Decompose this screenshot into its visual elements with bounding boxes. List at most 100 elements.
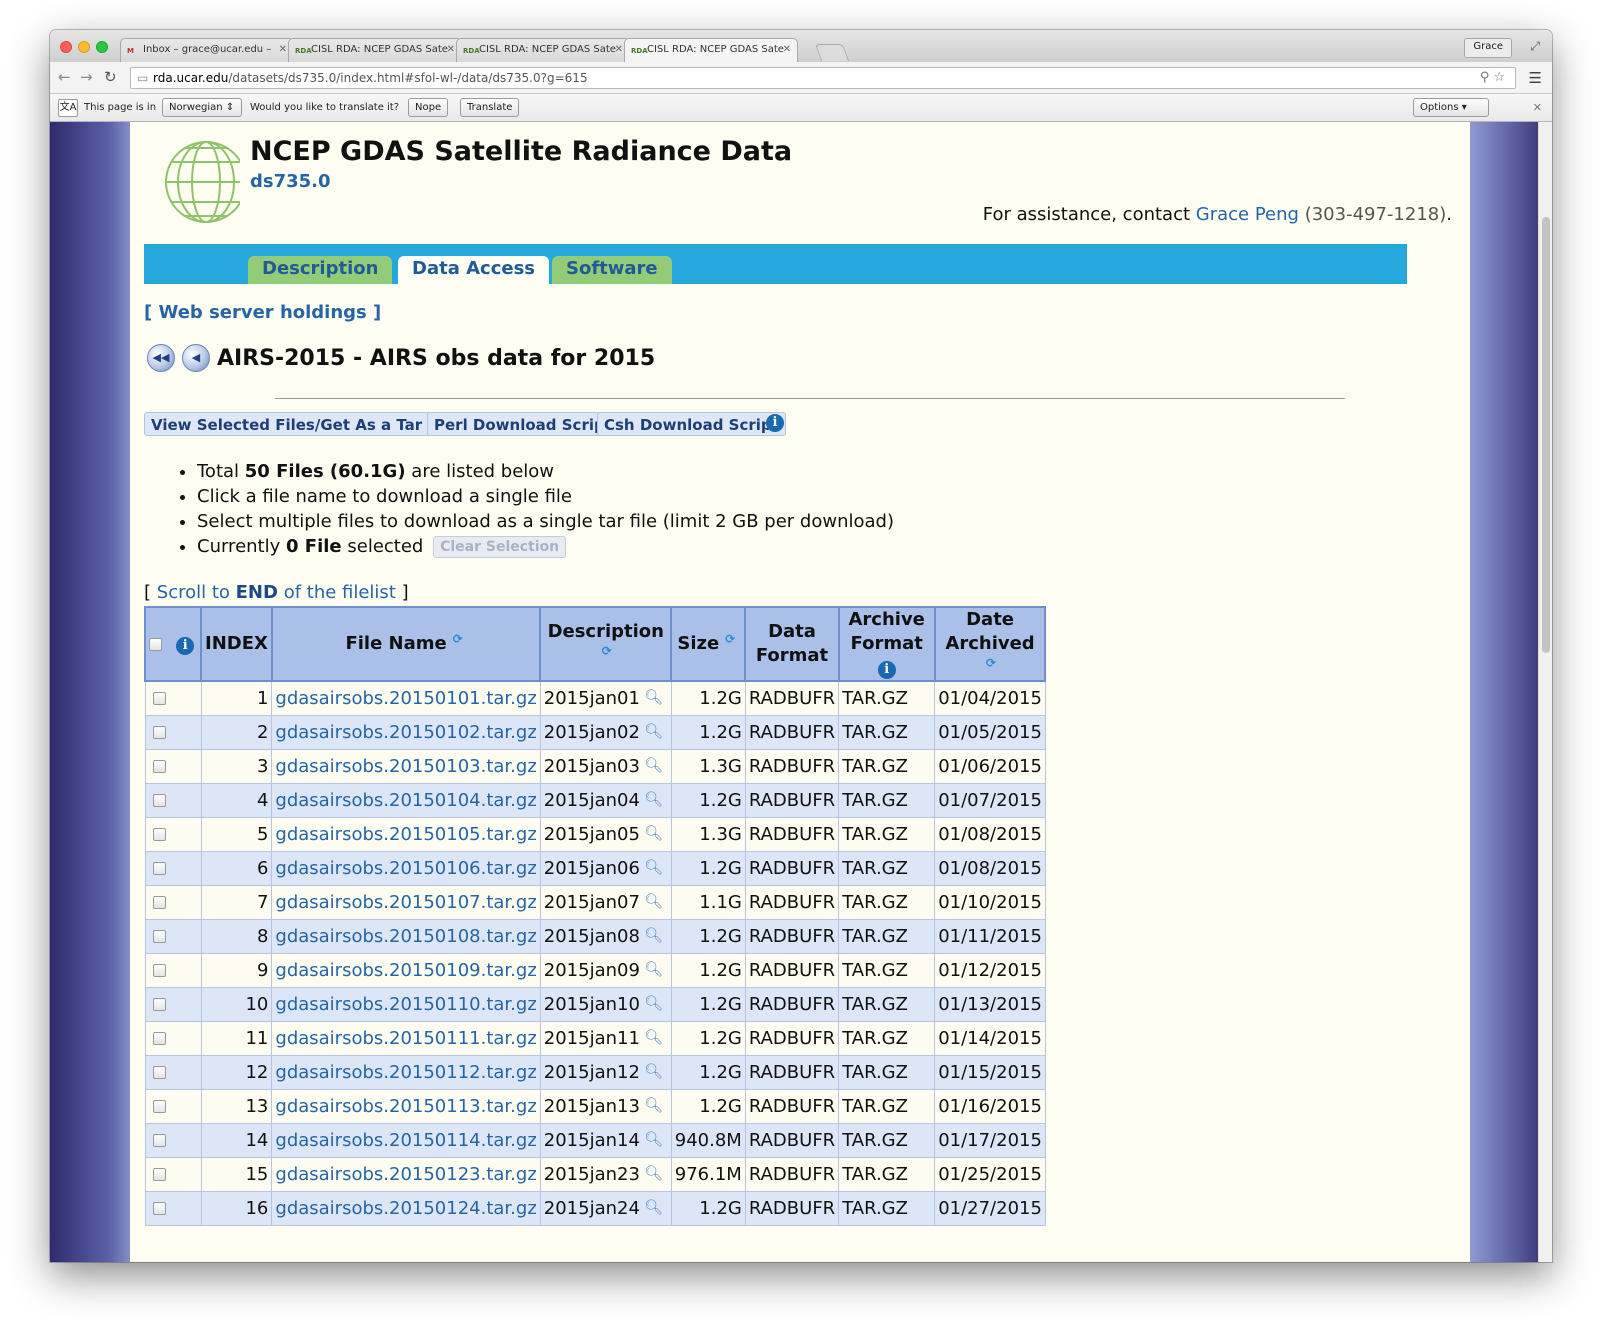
magnifier-icon[interactable]: 🔍︎ [644,1062,663,1080]
reload-icon[interactable]: ↻ [104,68,117,86]
close-window-button[interactable] [60,41,72,53]
new-tab-button[interactable] [814,44,850,61]
magnifier-icon[interactable]: 🔍︎ [644,756,663,774]
magnifier-icon[interactable]: 🔍︎ [644,1198,663,1216]
magnifier-icon[interactable]: 🔍︎ [644,790,663,808]
file-link[interactable]: gdasairsobs.20150107.tar.gz [275,892,536,913]
previous-page-icon[interactable]: ◀ [182,344,210,372]
magnifier-icon[interactable]: 🔍︎ [644,824,663,842]
row-checkbox[interactable] [152,896,166,909]
magnifier-icon[interactable]: 🔍︎ [644,722,663,740]
row-checkbox[interactable] [152,862,166,875]
select-all-checkbox[interactable] [149,637,162,651]
info-icon[interactable]: i [877,661,896,679]
first-page-icon[interactable]: ◀◀ [147,344,175,372]
file-link[interactable]: gdasairsobs.20150112.tar.gz [275,1062,536,1083]
info-icon[interactable]: i [766,414,784,432]
file-link[interactable]: gdasairsobs.20150106.tar.gz [275,858,536,879]
row-checkbox[interactable] [152,1066,166,1079]
nope-button[interactable]: Nope [408,98,449,117]
row-checkbox[interactable] [152,828,166,841]
file-link[interactable]: gdasairsobs.20150101.tar.gz [275,688,536,709]
web-server-holdings-link[interactable]: [ Web server holdings ] [144,302,381,323]
row-checkbox[interactable] [152,1032,166,1045]
minimize-window-button[interactable] [78,41,90,53]
contact-link[interactable]: Grace Peng [1196,204,1299,225]
refresh-sort-icon[interactable]: ⟳ [721,632,739,648]
header-description[interactable]: Description ⟳ [539,606,673,682]
zoom-star-icons[interactable]: ⚲☆ [1480,70,1509,85]
row-checkbox[interactable] [152,760,166,773]
row-checkbox[interactable] [152,1134,166,1147]
tab-software[interactable]: Software [552,256,672,284]
view-tar-button[interactable]: View Selected Files/Get As a Tar File [144,412,466,436]
row-checkbox[interactable] [152,964,166,977]
header-size[interactable]: Size ⟳ [670,606,747,682]
file-link[interactable]: gdasairsobs.20150104.tar.gz [275,790,536,811]
clear-selection-button[interactable]: Clear Selection [433,536,567,558]
fullscreen-icon[interactable]: ⤢ [1530,39,1540,54]
row-checkbox[interactable] [152,1202,166,1215]
magnifier-icon[interactable]: 🔍︎ [644,858,663,876]
options-button[interactable]: Options ▾ [1413,98,1489,117]
translate-button[interactable]: Translate [460,98,520,117]
browser-tab-rda-1[interactable]: RDA CISL RDA: NCEP GDAS Sate ✕ [288,38,462,62]
tab-description[interactable]: Description [248,256,393,284]
back-icon[interactable]: ← [58,68,71,86]
magnifier-icon[interactable]: 🔍︎ [644,1130,663,1148]
magnifier-icon[interactable]: 🔍︎ [644,960,663,978]
perl-download-button[interactable]: Perl Download Script [427,412,619,436]
language-select[interactable]: Norwegian ⇕ [162,98,242,117]
refresh-sort-icon[interactable]: ⟳ [598,644,616,660]
file-link[interactable]: gdasairsobs.20150113.tar.gz [275,1096,536,1117]
file-link[interactable]: gdasairsobs.20150102.tar.gz [275,722,536,743]
zoom-window-button[interactable] [96,41,108,53]
csh-download-button[interactable]: Csh Download Script [597,412,786,436]
tab-data-access[interactable]: Data Access [398,256,550,284]
row-checkbox[interactable] [152,794,166,807]
magnifier-icon[interactable]: 🔍︎ [644,1164,663,1182]
row-checkbox[interactable] [152,692,166,706]
row-checkbox[interactable] [152,998,166,1011]
address-bar[interactable]: ▭ rda.ucar.edu/datasets/ds735.0/index.ht… [130,67,1516,89]
tab-close-icon[interactable]: ✕ [279,44,287,55]
profile-button[interactable]: Grace [1464,38,1512,58]
browser-tab-inbox[interactable]: M Inbox – grace@ucar.edu – ✕ [120,38,294,62]
refresh-sort-icon[interactable]: ⟳ [449,632,467,648]
header-file-name[interactable]: File Name ⟳ [270,606,542,682]
browser-tab-rda-2[interactable]: RDA CISL RDA: NCEP GDAS Sate ✕ [456,38,630,62]
magnifier-icon[interactable]: 🔍︎ [644,926,663,944]
file-link[interactable]: gdasairsobs.20150110.tar.gz [275,994,536,1015]
file-link[interactable]: gdasairsobs.20150105.tar.gz [275,824,536,845]
row-checkbox[interactable] [152,726,166,739]
scrollbar-thumb[interactable] [1542,217,1550,653]
info-icon[interactable]: i [176,637,195,655]
header-date-archived[interactable]: Date Archived ⟳ [933,606,1047,682]
file-link[interactable]: gdasairsobs.20150124.tar.gz [275,1198,536,1219]
magnifier-icon[interactable]: 🔍︎ [644,1028,663,1046]
row-checkbox[interactable] [152,930,166,943]
tab-close-icon[interactable]: ✕ [615,44,623,55]
file-link[interactable]: gdasairsobs.20150111.tar.gz [275,1028,536,1049]
browser-tab-rda-3[interactable]: RDA CISL RDA: NCEP GDAS Sate ✕ [624,38,798,63]
row-checkbox[interactable] [152,1168,166,1181]
translate-close-icon[interactable]: ✕ [1533,101,1542,114]
magnifier-icon[interactable]: 🔍︎ [644,994,663,1012]
menu-icon[interactable]: ☰ [1529,69,1542,87]
file-link[interactable]: gdasairsobs.20150109.tar.gz [275,960,536,981]
magnifier-icon[interactable]: 🔍︎ [644,688,663,706]
vertical-scrollbar[interactable] [1538,122,1552,1262]
row-checkbox[interactable] [152,1100,166,1113]
tab-close-icon[interactable]: ✕ [783,44,791,55]
file-link[interactable]: gdasairsobs.20150114.tar.gz [275,1130,536,1151]
file-link[interactable]: gdasairsobs.20150103.tar.gz [275,756,536,777]
magnifier-icon[interactable]: 🔍︎ [644,892,663,910]
tab-close-icon[interactable]: ✕ [447,44,455,55]
forward-icon[interactable]: → [80,68,93,86]
file-link[interactable]: gdasairsobs.20150123.tar.gz [275,1164,536,1185]
file-link[interactable]: gdasairsobs.20150108.tar.gz [275,926,536,947]
magnifier-icon[interactable]: 🔍︎ [644,1096,663,1114]
row-description: 2015jan10 [543,993,640,1015]
refresh-sort-icon[interactable]: ⟳ [982,656,1000,672]
scroll-to-end-link[interactable]: Scroll to END of the filelist [157,582,396,603]
